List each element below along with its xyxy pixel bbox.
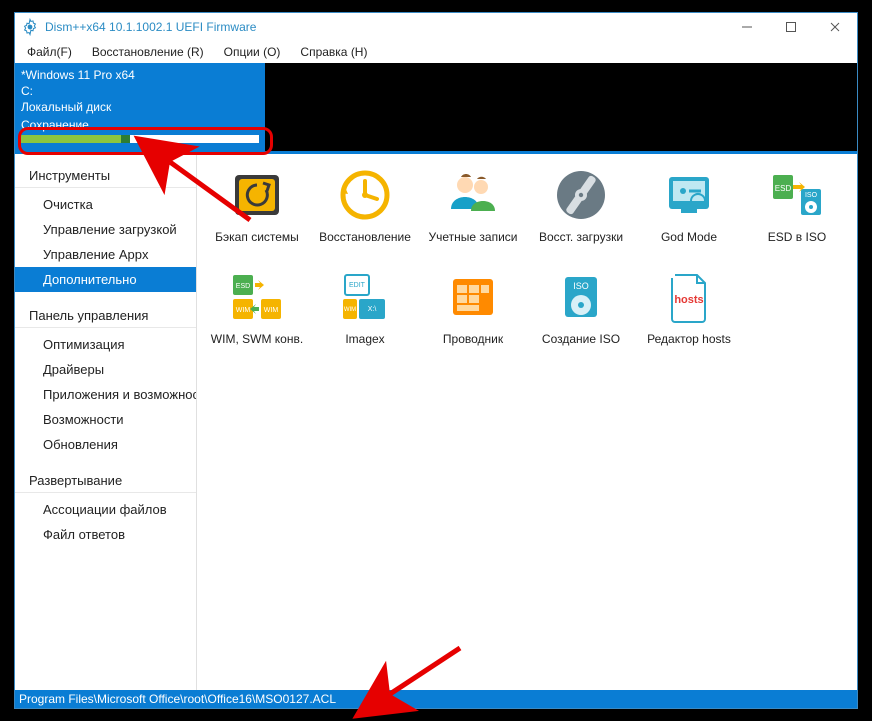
sidebar-item-boot-mgmt[interactable]: Управление загрузкой xyxy=(15,217,196,242)
menu-recovery[interactable]: Восстановление (R) xyxy=(84,43,212,61)
tool-restore[interactable]: Восстановление xyxy=(311,164,419,266)
sidebar-item-updates[interactable]: Обновления xyxy=(15,432,196,457)
window-title: Dism++x64 10.1.1002.1 UEFI Firmware xyxy=(45,20,725,34)
tool-wim-swm-conv[interactable]: ESD WIM WIM WIM, SWM конв. xyxy=(203,266,311,368)
tool-grid: Бэкап системы Восстановление Учетные зап… xyxy=(197,154,857,690)
osinfo-panel[interactable]: *Windows 11 Pro x64 C: Локальный диск Со… xyxy=(15,63,265,151)
statusbar: Program Files\Microsoft Office\root\Offi… xyxy=(15,690,857,708)
sidebar-item-answer-file[interactable]: Файл ответов xyxy=(15,522,196,547)
wim-swm-conv-icon: ESD WIM WIM xyxy=(228,268,286,326)
progress-label: Сохранение xyxy=(21,117,259,133)
tool-boot-recover[interactable]: Восст. загрузки xyxy=(527,164,635,266)
osinfo-strip: *Windows 11 Pro x64 C: Локальный диск Со… xyxy=(15,63,857,151)
svg-text:ISO: ISO xyxy=(573,281,589,291)
god-mode-icon xyxy=(660,166,718,224)
explorer-icon xyxy=(444,268,502,326)
tool-hosts-editor[interactable]: hosts Редактор hosts xyxy=(635,266,743,368)
sidebar-section-controlpanel: Панель управления xyxy=(15,302,196,328)
sidebar-item-appx-mgmt[interactable]: Управление Appx xyxy=(15,242,196,267)
sidebar-item-file-assoc[interactable]: Ассоциации файлов xyxy=(15,497,196,522)
maximize-button[interactable] xyxy=(769,13,813,41)
tool-label: Imagex xyxy=(345,332,384,346)
hosts-editor-icon: hosts xyxy=(660,268,718,326)
tool-label: Создание ISO xyxy=(542,332,620,346)
osinfo-disk-label: Локальный диск xyxy=(21,99,259,115)
user-accounts-icon xyxy=(444,166,502,224)
tool-label: Учетные записи xyxy=(429,230,518,244)
create-iso-icon: ISO xyxy=(552,268,610,326)
tool-backup-system[interactable]: Бэкап системы xyxy=(203,164,311,266)
sidebar-item-optimization[interactable]: Оптимизация xyxy=(15,332,196,357)
sidebar-item-apps-features[interactable]: Приложения и возможности xyxy=(15,382,196,407)
sidebar-section-deploy: Развертывание xyxy=(15,467,196,493)
menu-help[interactable]: Справка (H) xyxy=(292,43,375,61)
minimize-button[interactable] xyxy=(725,13,769,41)
main-area: Инструменты Очистка Управление загрузкой… xyxy=(15,154,857,690)
sidebar-item-cleanup[interactable]: Очистка xyxy=(15,192,196,217)
svg-text:WIM: WIM xyxy=(264,307,279,314)
status-path: Program Files\Microsoft Office\root\Offi… xyxy=(19,692,336,706)
svg-text:hosts: hosts xyxy=(674,294,703,306)
app-gear-icon xyxy=(21,18,39,36)
tool-label: WIM, SWM конв. xyxy=(211,332,303,346)
tool-create-iso[interactable]: ISO Создание ISO xyxy=(527,266,635,368)
tool-label: God Mode xyxy=(661,230,717,244)
tool-label: Проводник xyxy=(443,332,503,346)
imagex-icon: EDIT X:\ WIM xyxy=(336,268,394,326)
svg-text:ESD: ESD xyxy=(236,283,250,290)
menu-file[interactable]: Файл(F) xyxy=(19,43,80,61)
tool-label: Восст. загрузки xyxy=(539,230,623,244)
menubar: Файл(F) Восстановление (R) Опции (O) Спр… xyxy=(15,41,857,63)
sidebar-item-drivers[interactable]: Драйверы xyxy=(15,357,196,382)
tool-esd-to-iso[interactable]: ESD ISO ESD в ISO xyxy=(743,164,851,266)
backup-system-icon xyxy=(228,166,286,224)
svg-text:ISO: ISO xyxy=(805,192,818,199)
titlebar: Dism++x64 10.1.1002.1 UEFI Firmware xyxy=(15,13,857,41)
restore-icon xyxy=(336,166,394,224)
svg-text:X:\: X:\ xyxy=(368,306,377,313)
close-button[interactable] xyxy=(813,13,857,41)
sidebar-section-tools: Инструменты xyxy=(15,162,196,188)
osinfo-os-name: *Windows 11 Pro x64 xyxy=(21,67,259,83)
tool-label: Редактор hosts xyxy=(647,332,731,346)
osinfo-black-area xyxy=(265,63,857,151)
tool-god-mode[interactable]: God Mode xyxy=(635,164,743,266)
tool-user-accounts[interactable]: Учетные записи xyxy=(419,164,527,266)
tool-imagex[interactable]: EDIT X:\ WIM Imagex xyxy=(311,266,419,368)
tool-label: Восстановление xyxy=(319,230,411,244)
app-window: Dism++x64 10.1.1002.1 UEFI Firmware Файл… xyxy=(14,12,858,709)
menu-options[interactable]: Опции (O) xyxy=(216,43,289,61)
esd-to-iso-icon: ESD ISO xyxy=(768,166,826,224)
tool-explorer[interactable]: Проводник xyxy=(419,266,527,368)
sidebar: Инструменты Очистка Управление загрузкой… xyxy=(15,154,197,690)
boot-recover-icon xyxy=(552,166,610,224)
progress-bar xyxy=(21,135,259,143)
svg-text:EDIT: EDIT xyxy=(349,282,366,289)
tool-label: Бэкап системы xyxy=(215,230,299,244)
sidebar-item-features[interactable]: Возможности xyxy=(15,407,196,432)
svg-text:WIM: WIM xyxy=(344,307,356,313)
tool-label: ESD в ISO xyxy=(768,230,826,244)
osinfo-drive: C: xyxy=(21,83,259,99)
sidebar-item-advanced[interactable]: Дополнительно xyxy=(15,267,196,292)
svg-text:ESD: ESD xyxy=(775,184,792,193)
svg-text:WIM: WIM xyxy=(236,307,251,314)
